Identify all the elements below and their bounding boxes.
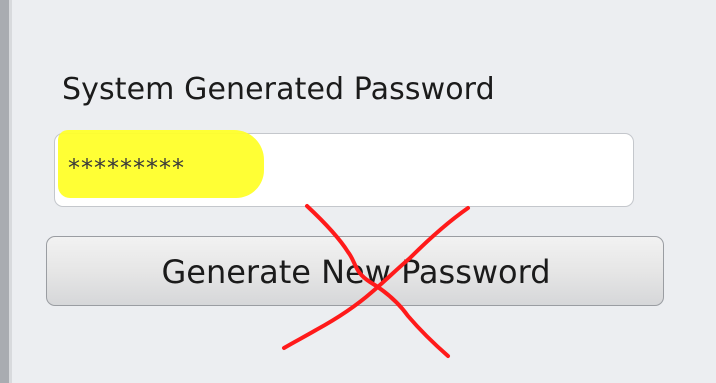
password-label: System Generated Password bbox=[62, 72, 495, 107]
generated-password-value: ********* bbox=[68, 154, 185, 182]
password-panel: System Generated Password ********* Gene… bbox=[0, 0, 716, 383]
generate-new-password-button[interactable]: Generate New Password bbox=[46, 236, 664, 306]
generate-button-label: Generate New Password bbox=[161, 253, 551, 291]
panel-left-border bbox=[0, 0, 9, 383]
panel-left-border-shadow bbox=[9, 0, 12, 383]
